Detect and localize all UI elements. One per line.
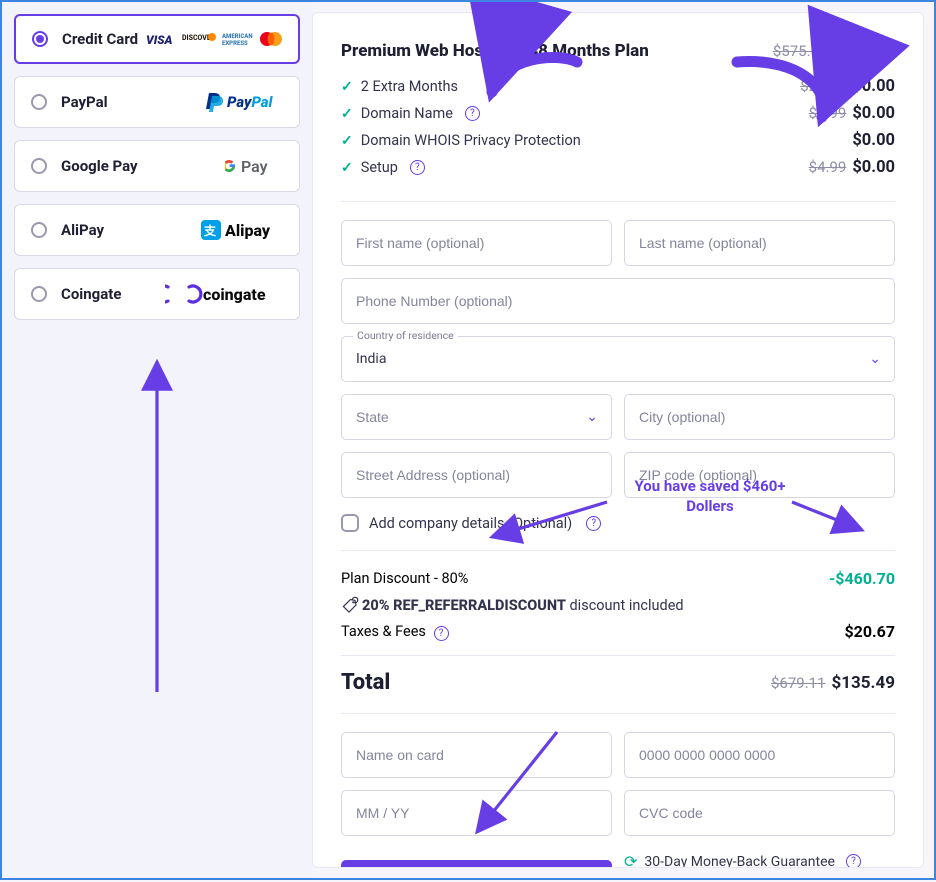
radio-icon	[32, 31, 48, 47]
help-icon[interactable]: ?	[846, 854, 861, 868]
city-input[interactable]	[624, 394, 895, 440]
tax-row: Taxes & Fees ? $20.67	[341, 622, 895, 641]
radio-icon	[31, 94, 47, 110]
plan-title: Premium Web Hosting - 48 Months Plan	[341, 41, 649, 61]
check-icon: ✓	[341, 133, 353, 149]
check-icon: ✓	[341, 160, 353, 176]
pay-option-label: Credit Card	[62, 30, 138, 48]
coingate-logo: coingate	[165, 283, 283, 305]
pay-option-credit-card[interactable]: Credit Card VISA DISCOVER AMERICANEXPRES…	[14, 14, 300, 64]
svg-text:VISA: VISA	[146, 33, 172, 45]
svg-text:PayPal: PayPal	[227, 93, 274, 111]
feature-row: ✓Setup? $4.99$0.00	[341, 154, 895, 181]
phone-input[interactable]	[341, 278, 895, 324]
pay-option-coingate[interactable]: Coingate coingate	[14, 268, 300, 320]
card-brand-logos: VISA DISCOVER AMERICANEXPRESS	[146, 31, 282, 47]
googlepay-logo: Pay	[225, 155, 283, 177]
divider	[341, 201, 895, 202]
pay-option-googlepay[interactable]: Google Pay Pay	[14, 140, 300, 192]
divider	[341, 550, 895, 551]
company-details-toggle[interactable]: Add company details (Optional) ?	[341, 514, 895, 532]
plan-features: ✓2 Extra Months $23.98$0.00 ✓Domain Name…	[341, 73, 895, 181]
feature-row: ✓2 Extra Months $23.98$0.00	[341, 73, 895, 100]
feature-row: ✓Domain Name? $9.99$0.00	[341, 100, 895, 127]
first-name-input[interactable]	[341, 220, 612, 266]
feature-row: ✓Domain WHOIS Privacy Protection $0.00	[341, 127, 895, 154]
discount-row: Plan Discount - 80% -$460.70	[341, 569, 895, 588]
pay-option-alipay[interactable]: AliPay 支 Alipay	[14, 204, 300, 256]
svg-text:AMERICAN: AMERICAN	[222, 33, 253, 40]
divider	[341, 713, 895, 714]
help-icon[interactable]: ?	[434, 626, 449, 641]
svg-text:支: 支	[203, 223, 217, 238]
help-icon[interactable]: ?	[586, 516, 601, 531]
card-cvc-input[interactable]	[624, 790, 895, 836]
coupon-row: 🏷20% REF_REFERRALDISCOUNT discount inclu…	[341, 596, 895, 614]
submit-payment-button[interactable]: Submit Secure Payment	[341, 860, 612, 868]
country-select[interactable]: India ⌄	[341, 336, 895, 382]
svg-text:coingate: coingate	[203, 285, 266, 304]
card-form: Submit Secure Payment ⟳30-Day Money-Back…	[341, 732, 895, 868]
alipay-logo: 支 Alipay	[201, 219, 283, 241]
pay-option-label: PayPal	[61, 93, 108, 111]
check-icon: ✓	[341, 79, 353, 95]
radio-icon	[31, 158, 47, 174]
guarantees: ⟳30-Day Money-Back Guarantee ? 🔒Encrypte…	[624, 850, 895, 868]
help-icon[interactable]: ?	[410, 160, 425, 175]
mastercard-icon	[260, 31, 282, 47]
billing-form: India ⌄ ⌄	[341, 220, 895, 498]
pay-option-label: Google Pay	[61, 157, 138, 175]
check-icon: ✓	[341, 106, 353, 122]
pay-option-label: AliPay	[61, 221, 104, 239]
discover-icon: DISCOVER	[182, 32, 218, 46]
pay-option-paypal[interactable]: PayPal PayPal	[14, 76, 300, 128]
radio-icon	[31, 286, 47, 302]
card-expiry-input[interactable]	[341, 790, 612, 836]
help-icon[interactable]: ?	[465, 106, 480, 121]
refresh-icon: ⟳	[624, 852, 637, 868]
amex-icon: AMERICANEXPRESS	[222, 32, 256, 46]
total-row: Total $679.11$135.49	[341, 670, 895, 695]
last-name-input[interactable]	[624, 220, 895, 266]
svg-text:Alipay: Alipay	[225, 221, 271, 240]
svg-text:EXPRESS: EXPRESS	[222, 40, 248, 46]
state-select[interactable]: ⌄	[341, 394, 612, 440]
radio-icon	[31, 222, 47, 238]
paypal-logo: PayPal	[205, 91, 283, 113]
annotation-saved: You have saved $460+ Dollers	[620, 477, 800, 516]
card-number-input[interactable]	[624, 732, 895, 778]
checkout-panel: Premium Web Hosting - 48 Months Plan $57…	[312, 12, 924, 868]
divider	[341, 655, 895, 656]
street-input[interactable]	[341, 452, 612, 498]
tag-icon: 🏷	[342, 595, 360, 614]
svg-text:Pay: Pay	[241, 157, 268, 176]
checkbox-icon	[341, 514, 359, 532]
payment-methods-sidebar: Credit Card VISA DISCOVER AMERICANEXPRES…	[2, 2, 312, 878]
pay-option-label: Coingate	[61, 285, 121, 303]
visa-icon: VISA	[146, 33, 178, 45]
card-name-input[interactable]	[341, 732, 612, 778]
plan-price: $575.52$143.52	[773, 41, 895, 61]
